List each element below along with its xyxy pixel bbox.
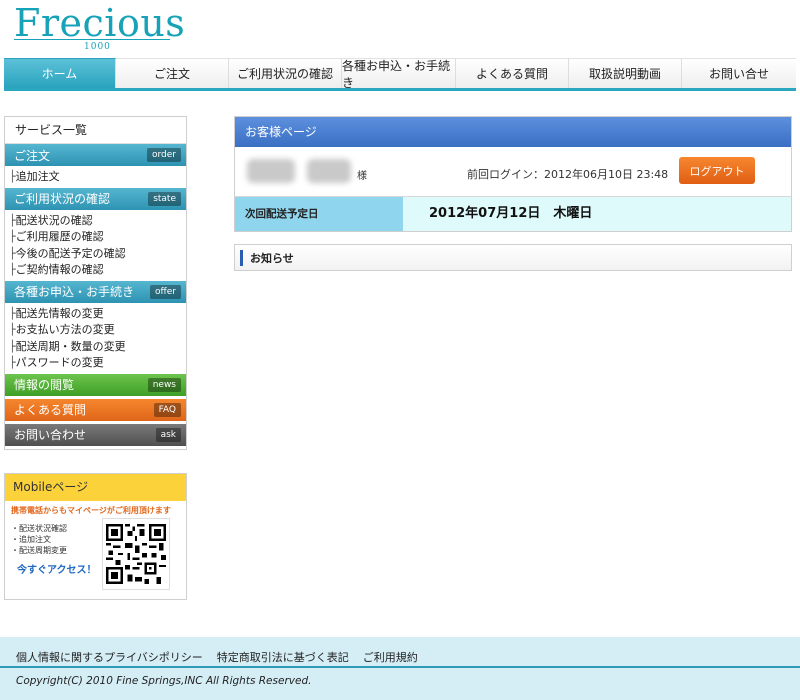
global-nav: ホーム ご注文 ご利用状況の確認 各種お申込・お手続き よくある質問 取扱説明動… [4,58,796,91]
notice-title: お知らせ [250,251,294,265]
mobile-feature: ・配送周期変更 [11,546,67,555]
cat-label: ご注文 [14,148,51,163]
sidebar-cat-faq[interactable]: よくある質問 FAQ [5,398,186,421]
cat-label: ご利用状況の確認 [14,192,111,206]
cat-tag: FAQ [153,402,181,417]
cat-tag: news [147,377,181,392]
cat-tag: order [147,148,181,162]
cat-label: よくある質問 [14,403,87,417]
sidebar-item-delivery-status[interactable]: ├配送状況の確認 [5,213,186,230]
cat-label: 情報の閲覧 [14,378,75,392]
footer-links: 個人情報に関するプライバシポリシー 特定商取引法に基づく表記 ご利用規約 [16,649,418,665]
sidebar-cat-state[interactable]: ご利用状況の確認 state [5,187,186,210]
qr-code-icon [102,518,170,590]
nav-faq[interactable]: よくある質問 [456,58,569,88]
nav-manual-video[interactable]: 取扱説明動画 [569,58,682,88]
cat-label: 各種お申込・お手続き [14,285,135,299]
sidebar-item-delivery-schedule[interactable]: ├今後の配送予定の確認 [5,246,186,263]
sidebar-item-password-change[interactable]: ├パスワードの変更 [5,355,186,372]
footer-link-commerce-law[interactable]: 特定商取引法に基づく表記 [217,649,349,665]
mobile-notice: 携帯電話からもマイページがご利用頂けます [11,506,171,515]
customer-name-blurred [307,159,351,183]
cat-tag: ask [155,427,181,442]
next-delivery-label: 次回配送予定日 [235,197,403,231]
notice-marker [240,249,243,266]
mobile-title: Mobileページ [5,474,186,501]
sidebar-item-address-change[interactable]: ├配送先情報の変更 [5,306,186,323]
footer-link-terms[interactable]: ご利用規約 [363,649,418,665]
next-delivery-row: 次回配送予定日 2012年07月12日 木曜日 [235,197,791,231]
next-delivery-date: 2012年07月12日 木曜日 [403,197,791,231]
mobile-feature: ・追加注文 [11,535,51,544]
sidebar-item-usage-history[interactable]: ├ご利用履歴の確認 [5,229,186,246]
logo-underline [14,39,170,40]
nav-order[interactable]: ご注文 [116,58,229,88]
service-sidebar: サービス一覧 ご注文 order ├追加注文 ご利用状況の確認 state ├配… [4,116,187,450]
cat-tag: state [148,191,181,206]
cat-label: お問い合わせ [14,428,87,442]
mobile-page-box: Mobileページ 携帯電話からもマイページがご利用頂けます ・配送状況確認 ・… [4,473,187,600]
mobile-feature: ・配送状況確認 [11,524,67,533]
panel-title: お客様ページ [235,117,791,147]
copyright: Copyright(C) 2010 Fine Springs,INC All R… [16,675,312,687]
footer: 個人情報に関するプライバシポリシー 特定商取引法に基づく表記 ご利用規約 Cop… [0,637,800,700]
logout-button[interactable]: ログアウト [679,157,755,184]
last-login: 前回ログイン：2012年06月10日 23:48 [467,168,669,181]
footer-link-privacy[interactable]: 個人情報に関するプライバシポリシー [16,649,203,665]
nav-usage-status[interactable]: ご利用状況の確認 [229,58,342,88]
sidebar-cat-news[interactable]: 情報の閲覧 news [5,373,186,396]
nav-contact[interactable]: お問い合せ [682,58,796,88]
user-row: 様 前回ログイン：2012年06月10日 23:48 ログアウト [235,147,791,197]
honorific: 様 [357,171,367,182]
sidebar-item-additional-order[interactable]: ├追加注文 [5,169,186,186]
nav-applications[interactable]: 各種お申込・お手続き [342,58,456,90]
sidebar-cat-offer[interactable]: 各種お申込・お手続き offer [5,280,186,303]
sidebar-item-contract-info[interactable]: ├ご契約情報の確認 [5,262,186,279]
nav-home[interactable]: ホーム [4,58,116,88]
sidebar-item-payment-change[interactable]: ├お支払い方法の変更 [5,322,186,339]
sidebar-cat-ask[interactable]: お問い合わせ ask [5,423,186,446]
logo-subtext: 1000 [84,42,111,52]
sidebar-item-cycle-change[interactable]: ├配送周期・数量の変更 [5,339,186,356]
mobile-access-link[interactable]: 今すぐアクセス！ [17,561,97,576]
notice-header: お知らせ [234,244,792,271]
cat-tag: offer [150,284,181,299]
sidebar-cat-order[interactable]: ご注文 order [5,144,186,166]
logo-text: Frecious [14,1,186,45]
logo[interactable]: Frecious 1000 [14,1,186,54]
customer-name-blurred [247,159,295,183]
footer-divider [0,666,800,668]
mobile-feature-list: ・配送状況確認 ・追加注文 ・配送周期変更 [11,523,67,556]
sidebar-title: サービス一覧 [5,117,186,144]
customer-panel: お客様ページ 様 前回ログイン：2012年06月10日 23:48 ログアウト … [234,116,792,232]
